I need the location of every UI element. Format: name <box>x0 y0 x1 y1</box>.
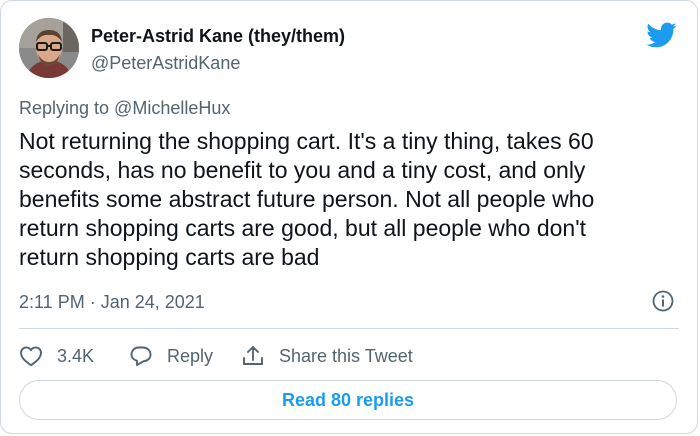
divider <box>19 328 679 329</box>
reply-label: Reply <box>167 345 214 366</box>
reply-bubble-icon <box>130 346 152 366</box>
heart-icon <box>20 346 42 367</box>
share-label: Share this Tweet <box>279 345 413 366</box>
info-icon[interactable] <box>652 290 674 312</box>
like-button[interactable]: 3.4K <box>19 345 129 367</box>
read-replies-button[interactable]: Read 80 replies <box>19 380 677 420</box>
tweet-timestamp[interactable]: 2:11 PM · Jan 24, 2021 <box>19 292 205 313</box>
replying-to[interactable]: Replying to @MichelleHux <box>19 98 230 119</box>
tweet-card: Peter-Astrid Kane (they/them) @PeterAstr… <box>0 0 698 434</box>
twitter-bird-icon[interactable] <box>645 21 677 49</box>
like-count: 3.4K <box>57 345 95 366</box>
share-icon <box>243 346 263 365</box>
author-name[interactable]: Peter-Astrid Kane (they/them) <box>91 26 345 47</box>
avatar-image <box>19 18 79 78</box>
reply-button[interactable]: Reply <box>129 345 241 367</box>
action-bar: 3.4K Reply Share this Tweet <box>19 341 413 371</box>
tweet-text: Not returning the shopping cart. It's a … <box>19 128 595 270</box>
share-button[interactable]: Share this Tweet <box>241 345 413 367</box>
avatar[interactable] <box>19 18 79 78</box>
author-handle[interactable]: @PeterAstridKane <box>91 53 240 74</box>
